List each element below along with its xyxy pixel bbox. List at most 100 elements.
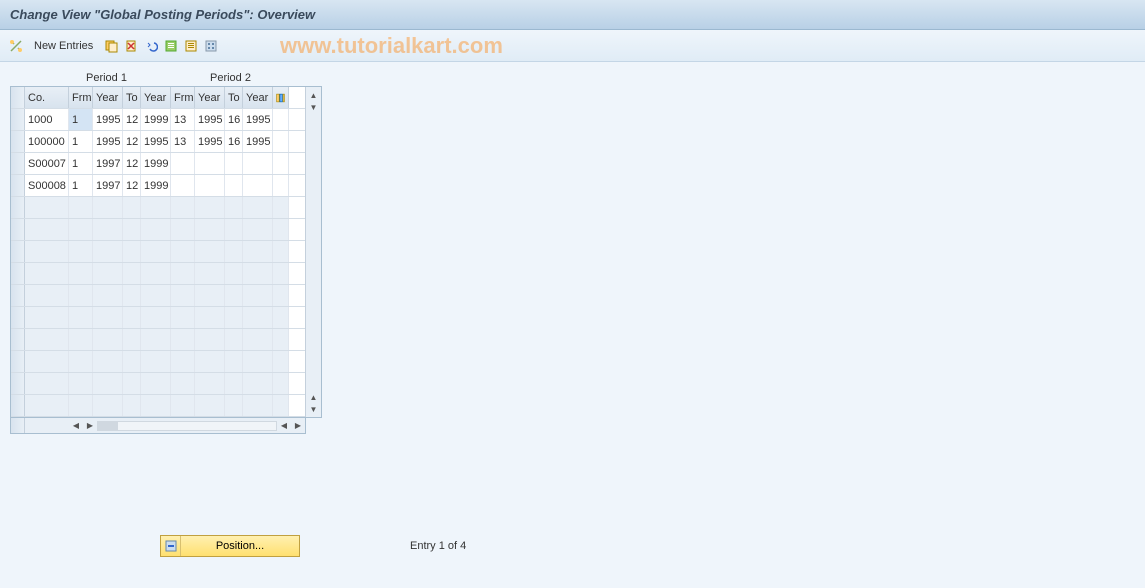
empty-row[interactable]	[11, 373, 305, 395]
table-row[interactable]: 100000 1 1995 12 1995 13 1995 16 1995	[11, 131, 305, 153]
col-header-to2[interactable]: To	[225, 87, 243, 108]
scroll-down2-icon[interactable]: ▼	[308, 403, 320, 415]
position-icon	[161, 536, 181, 556]
deselect-icon[interactable]	[183, 38, 199, 54]
period-1-label: Period 1	[86, 72, 198, 84]
cell-year1[interactable]: 1995	[93, 109, 123, 130]
cell-frm2[interactable]: 13	[171, 109, 195, 130]
scroll-right-icon[interactable]: ▶	[83, 418, 97, 433]
scroll-right2-icon[interactable]: ▶	[291, 418, 305, 433]
empty-row[interactable]	[11, 197, 305, 219]
cell-co[interactable]: 1000	[25, 109, 69, 130]
cell-year4[interactable]	[243, 175, 273, 196]
row-selector[interactable]	[11, 153, 25, 174]
empty-row[interactable]	[11, 351, 305, 373]
cell-to2[interactable]	[225, 175, 243, 196]
col-header-year1[interactable]: Year	[93, 87, 123, 108]
empty-row[interactable]	[11, 241, 305, 263]
horizontal-scrollbar[interactable]: ◀ ▶ ◀ ▶	[10, 418, 306, 434]
empty-row[interactable]	[11, 219, 305, 241]
cell-year3[interactable]	[195, 153, 225, 174]
vertical-scrollbar[interactable]: ▲ ▼ ▲ ▼	[305, 87, 321, 417]
title-bar: Change View "Global Posting Periods": Ov…	[0, 0, 1145, 30]
new-entries-label: New Entries	[34, 40, 93, 52]
cell-to1[interactable]: 12	[123, 109, 141, 130]
config-icon[interactable]	[203, 38, 219, 54]
cell-frm2[interactable]	[171, 175, 195, 196]
scroll-up2-icon[interactable]: ▲	[308, 391, 320, 403]
hscroll-track[interactable]	[97, 421, 277, 431]
empty-row[interactable]	[11, 263, 305, 285]
page-title: Change View "Global Posting Periods": Ov…	[10, 7, 315, 22]
cell-year4[interactable]	[243, 153, 273, 174]
table-row[interactable]: 1000 1 1995 12 1999 13 1995 16 1995	[11, 109, 305, 131]
cell-year4[interactable]: 1995	[243, 109, 273, 130]
cell-frm1[interactable]: 1	[69, 175, 93, 196]
table-row[interactable]: S00007 1 1997 12 1999	[11, 153, 305, 175]
cell-co[interactable]: S00008	[25, 175, 69, 196]
cell-year1[interactable]: 1995	[93, 131, 123, 152]
col-header-co[interactable]: Co.	[25, 87, 69, 108]
select-all-col[interactable]	[11, 87, 25, 108]
empty-row[interactable]	[11, 329, 305, 351]
cell-year1[interactable]: 1997	[93, 153, 123, 174]
cell-year2[interactable]: 1999	[141, 175, 171, 196]
scroll-left2-icon[interactable]: ◀	[277, 418, 291, 433]
empty-row[interactable]	[11, 285, 305, 307]
cell-to1[interactable]: 12	[123, 131, 141, 152]
cell-frm1[interactable]: 1	[69, 131, 93, 152]
cell-year2[interactable]: 1999	[141, 153, 171, 174]
col-config-button[interactable]	[273, 87, 289, 108]
new-entries-button[interactable]: New Entries	[28, 35, 99, 57]
cell-year3[interactable]	[195, 175, 225, 196]
position-button[interactable]: Position...	[160, 535, 300, 557]
cell-frm1[interactable]: 1	[69, 153, 93, 174]
undo-icon[interactable]	[143, 38, 159, 54]
scroll-left-icon[interactable]: ◀	[69, 418, 83, 433]
copy-icon[interactable]	[103, 38, 119, 54]
col-header-year4[interactable]: Year	[243, 87, 273, 108]
scroll-up-icon[interactable]: ▲	[308, 89, 320, 101]
grid-header-row: Co. Frm Year To Year Frm Year To Year	[11, 87, 305, 109]
col-header-year3[interactable]: Year	[195, 87, 225, 108]
empty-row[interactable]	[11, 395, 305, 417]
row-selector[interactable]	[11, 109, 25, 130]
cell-frm2[interactable]	[171, 153, 195, 174]
cell-to2[interactable]: 16	[225, 131, 243, 152]
cell-year2[interactable]: 1995	[141, 131, 171, 152]
toggle-icon[interactable]	[8, 38, 24, 54]
table-row[interactable]: S00008 1 1997 12 1999	[11, 175, 305, 197]
select-all-icon[interactable]	[163, 38, 179, 54]
period-2-label: Period 2	[210, 72, 251, 84]
delete-icon[interactable]	[123, 38, 139, 54]
entry-status: Entry 1 of 4	[410, 540, 466, 552]
cell-year3[interactable]: 1995	[195, 109, 225, 130]
cell-co[interactable]: S00007	[25, 153, 69, 174]
col-header-frm2[interactable]: Frm	[171, 87, 195, 108]
row-selector[interactable]	[11, 131, 25, 152]
watermark: www.tutorialkart.com	[280, 33, 503, 59]
cell-to1[interactable]: 12	[123, 175, 141, 196]
col-header-to1[interactable]: To	[123, 87, 141, 108]
scroll-down-icon[interactable]: ▼	[308, 101, 320, 113]
cell-co[interactable]: 100000	[25, 131, 69, 152]
scroll-track[interactable]	[306, 113, 321, 391]
period-headers: Period 1 Period 2	[30, 72, 1135, 84]
empty-row[interactable]	[11, 307, 305, 329]
cell-frm2[interactable]: 13	[171, 131, 195, 152]
cell-to1[interactable]: 12	[123, 153, 141, 174]
data-grid: Co. Frm Year To Year Frm Year To Year 10…	[10, 86, 322, 418]
cell-year3[interactable]: 1995	[195, 131, 225, 152]
cell-year1[interactable]: 1997	[93, 175, 123, 196]
col-header-year2[interactable]: Year	[141, 87, 171, 108]
cell-year2[interactable]: 1999	[141, 109, 171, 130]
col-header-frm1[interactable]: Frm	[69, 87, 93, 108]
hscroll-thumb[interactable]	[98, 422, 118, 430]
position-label: Position...	[181, 540, 299, 552]
cell-year4[interactable]: 1995	[243, 131, 273, 152]
row-selector[interactable]	[11, 175, 25, 196]
cell-to2[interactable]: 16	[225, 109, 243, 130]
cell-frm1[interactable]: 1	[69, 109, 93, 130]
content-area: Period 1 Period 2 Co. Frm Year To Year F…	[0, 62, 1145, 588]
cell-to2[interactable]	[225, 153, 243, 174]
